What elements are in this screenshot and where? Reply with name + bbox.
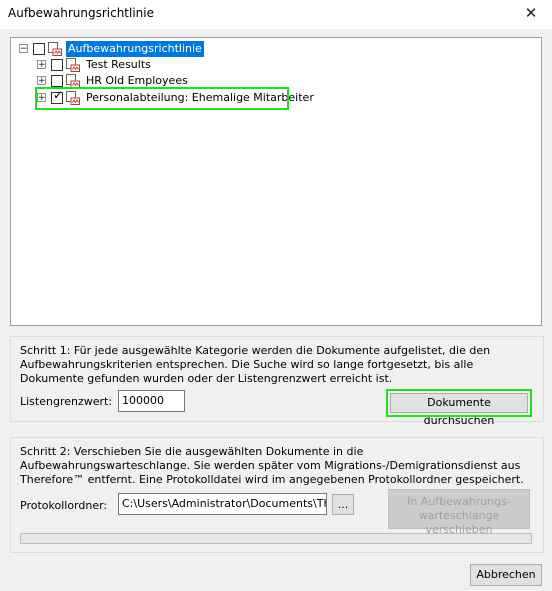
collapse-icon[interactable]: −	[19, 44, 28, 54]
expand-icon[interactable]: +	[37, 60, 46, 70]
hr-old-employees-checkbox[interactable]	[51, 75, 63, 87]
log-folder-label: Protokollordner:	[20, 499, 108, 512]
close-icon[interactable]: ✕	[510, 0, 552, 29]
expand-icon[interactable]: +	[37, 76, 46, 86]
log-folder-input[interactable]: C:\Users\Administrator\Documents\Therefo…	[118, 493, 327, 515]
cancel-button[interactable]: Abbrechen	[470, 564, 542, 586]
category-icon	[66, 74, 80, 88]
limit-label: Listengrenzwert:	[20, 395, 113, 408]
tree-node-test-results[interactable]: + Test Results	[35, 57, 335, 73]
tree-root-label[interactable]: Aufbewahrungsrichtlinie	[66, 41, 204, 57]
tree-node-root[interactable]: − Aufbewahrungsrichtlinie	[17, 41, 317, 57]
highlight-box-search	[386, 389, 532, 417]
limit-input[interactable]: 100000	[118, 390, 185, 412]
title-bar: Aufbewahrungsrichtlinie ✕	[0, 0, 552, 29]
browse-button[interactable]: ...	[332, 494, 354, 515]
category-tree[interactable]: − Aufbewahrungsrichtlinie + Test Results…	[10, 37, 542, 326]
highlight-box-category	[35, 87, 289, 110]
window-title: Aufbewahrungsrichtlinie	[8, 6, 154, 20]
retention-policy-icon	[48, 42, 62, 56]
tree-item-label[interactable]: Test Results	[86, 57, 151, 73]
move-to-queue-button[interactable]: In Aufbewahrungs-warteschlange verschieb…	[388, 489, 530, 536]
step2-description: Schritt 2: Verschieben Sie die ausgewähl…	[20, 445, 524, 486]
step1-description: Schritt 1: Für jede ausgewählte Kategori…	[20, 344, 491, 385]
root-checkbox[interactable]	[33, 43, 45, 55]
category-icon	[66, 58, 80, 72]
progress-bar	[20, 533, 532, 544]
test-results-checkbox[interactable]	[51, 59, 63, 71]
